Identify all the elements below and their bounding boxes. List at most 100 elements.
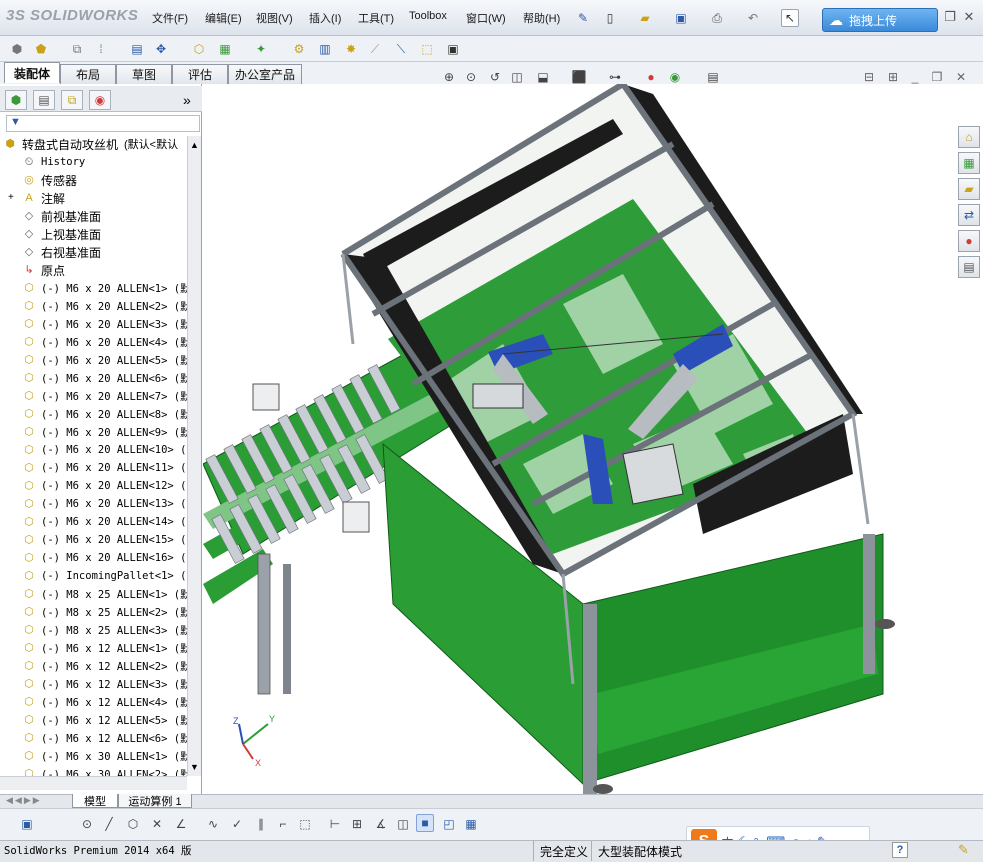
tree-item[interactable]: ⬡ (-) IncomingPallet<1> (	[22, 567, 187, 585]
solidworks-resources-icon[interactable]: ⌂	[958, 126, 980, 148]
upload-button[interactable]: ☁ 拖拽上传	[822, 8, 938, 32]
show-hidden-icon[interactable]: ⬡	[190, 40, 208, 58]
custom-properties-icon[interactable]: ▤	[958, 256, 980, 278]
tree-root[interactable]: ⬢ 转盘式自动攻丝机 (默认<默认	[3, 135, 189, 153]
insert-component-icon[interactable]: ⬟	[32, 40, 50, 58]
trim-icon[interactable]: ✕	[148, 815, 166, 833]
tree-item[interactable]: ⬡ (-) M6 x 20 ALLEN<15> (	[22, 531, 187, 549]
menu-view[interactable]: 视图(V)	[256, 10, 293, 26]
box-3d-icon[interactable]: ◫	[394, 815, 412, 833]
tree-item[interactable]: ⬡ (-) M6 x 20 ALLEN<3> (默	[22, 315, 187, 333]
tree-item[interactable]: ⬡ (-) M6 x 12 ALLEN<1> (默	[22, 639, 187, 657]
bill-of-materials-icon[interactable]: ▥	[316, 40, 334, 58]
reference-geometry-icon[interactable]: ✦	[252, 40, 270, 58]
shaded-view-icon[interactable]: ■	[416, 814, 434, 832]
clearance-verification-icon[interactable]: ⬚	[418, 40, 436, 58]
close-icon[interactable]: ✕	[961, 9, 977, 25]
tree-item[interactable]: ⬡ (-) M6 x 20 ALLEN<2> (默	[22, 297, 187, 315]
point-icon[interactable]: ⊙	[78, 815, 96, 833]
tree-item[interactable]: ⬡ (-) M6 x 12 ALLEN<6> (默	[22, 729, 187, 747]
new-document-icon[interactable]: ▯	[601, 9, 619, 27]
tree-item[interactable]: ⬡ (-) M6 x 20 ALLEN<12> (	[22, 477, 187, 495]
graphics-area[interactable]: Y Z X	[203, 84, 956, 794]
assembly-features-icon[interactable]: ▦	[216, 40, 234, 58]
tree-vertical-scrollbar[interactable]: ▲ ▼	[187, 136, 201, 776]
tab-office-products[interactable]: 办公室产品	[228, 64, 302, 84]
tree-horizontal-scrollbar[interactable]	[0, 776, 187, 790]
move-component-icon[interactable]: ✥	[152, 40, 170, 58]
linear-pattern-icon[interactable]: ⁞	[92, 40, 110, 58]
filter-field[interactable]: ▼	[6, 115, 200, 132]
tree-item[interactable]: ◇ 右视基准面	[22, 243, 187, 261]
interference-detection-icon[interactable]: ⟍	[392, 40, 410, 58]
tree-item[interactable]: ⬡ (-) M6 x 12 ALLEN<4> (默	[22, 693, 187, 711]
save-icon[interactable]: ▣	[672, 9, 690, 27]
tree-item[interactable]: ⬡ (-) M6 x 20 ALLEN<1> (默	[22, 279, 187, 297]
tab-nav-arrows-icon[interactable]: ◀◀▶▶	[6, 795, 42, 806]
tree-item[interactable]: ⬡ (-) M6 x 20 ALLEN<5> (默	[22, 351, 187, 369]
tree-item[interactable]: ⬡ (-) M8 x 25 ALLEN<3> (默	[22, 621, 187, 639]
tab-sketch[interactable]: 草图	[116, 64, 172, 84]
angle-icon[interactable]: ∠	[172, 815, 190, 833]
tree-item[interactable]: ⬡ (-) M6 x 12 ALLEN<3> (默	[22, 675, 187, 693]
grid-icon[interactable]: ⊞	[348, 815, 366, 833]
expand-icon[interactable]: +	[8, 192, 14, 203]
tree-item[interactable]: ⬡ (-) M6 x 20 ALLEN<16> (	[22, 549, 187, 567]
open-folder-icon[interactable]: ▰	[636, 9, 654, 27]
pin-icon[interactable]: ✎	[574, 9, 592, 27]
camera-icon[interactable]: ◰	[440, 815, 458, 833]
spline-icon[interactable]: ∿	[204, 815, 222, 833]
tab-evaluate[interactable]: 评估	[172, 64, 228, 84]
menu-toolbox[interactable]: Toolbox	[409, 10, 447, 22]
tree-item[interactable]: ⬡ (-) M6 x 20 ALLEN<6> (默	[22, 369, 187, 387]
menu-help[interactable]: 帮助(H)	[523, 10, 560, 26]
tree-item[interactable]: ◇ 前视基准面	[22, 207, 187, 225]
print-icon[interactable]: ⎙	[708, 9, 726, 27]
tree-item[interactable]: ⬡ (-) M6 x 20 ALLEN<13> (	[22, 495, 187, 513]
restore-icon[interactable]: ❐	[942, 9, 958, 25]
tree-item[interactable]: ◎ 传感器	[22, 171, 187, 189]
menu-tools[interactable]: 工具(T)	[358, 10, 394, 26]
select-cursor-icon[interactable]: ↖	[781, 9, 799, 27]
scroll-up-icon[interactable]: ▲	[189, 140, 200, 152]
appearances-icon[interactable]: ●	[958, 230, 980, 252]
menu-edit[interactable]: 编辑(E)	[205, 10, 242, 26]
smart-fasteners-icon[interactable]: ▤	[128, 40, 146, 58]
tab-model[interactable]: 模型	[72, 794, 118, 808]
tab-assembly[interactable]: 装配体	[4, 62, 60, 83]
line-icon[interactable]: ╱	[100, 815, 118, 833]
more-tabs-icon[interactable]: »	[183, 92, 191, 108]
tree-item[interactable]: ⬡ (-) M6 x 12 ALLEN<5> (默	[22, 711, 187, 729]
display-manager-tab-icon[interactable]: ◉	[89, 90, 111, 110]
tree-item[interactable]: ⬡ (-) M8 x 25 ALLEN<2> (默	[22, 603, 187, 621]
configuration-manager-tab-icon[interactable]: ⧉	[61, 90, 83, 110]
property-manager-tab-icon[interactable]: ▤	[33, 90, 55, 110]
tab-motion-study[interactable]: 运动算例 1	[118, 794, 192, 808]
tree-item[interactable]: ⏲ History	[22, 153, 187, 171]
tab-layout[interactable]: 布局	[60, 64, 116, 84]
dimension-icon[interactable]: ⊢	[326, 815, 344, 833]
tree-item[interactable]: ⬡ (-) M6 x 20 ALLEN<7> (默	[22, 387, 187, 405]
mate-icon[interactable]: ⧉	[68, 40, 86, 58]
tree-item[interactable]: ⬡ (-) M6 x 20 ALLEN<8> (默	[22, 405, 187, 423]
new-motion-study-icon[interactable]: ⚙	[290, 40, 308, 58]
help-icon[interactable]: ?	[892, 842, 908, 858]
tree-item[interactable]: ⬡ (-) M6 x 20 ALLEN<10> (	[22, 441, 187, 459]
edit-component-icon[interactable]: ⬢	[8, 40, 26, 58]
corner-icon[interactable]: ⌐	[274, 815, 292, 833]
explode-line-sketch-icon[interactable]: ⟋	[366, 40, 384, 58]
tree-item[interactable]: ◇ 上视基准面	[22, 225, 187, 243]
design-library-icon[interactable]: ▦	[958, 152, 980, 174]
view-palette-icon[interactable]: ⇄	[958, 204, 980, 226]
save-small-icon[interactable]: ▣	[18, 815, 36, 833]
tree-item[interactable]: ⬡ (-) M6 x 12 ALLEN<2> (默	[22, 657, 187, 675]
tree-item[interactable]: ↳ 原点	[22, 261, 187, 279]
menu-file[interactable]: 文件(F)	[152, 10, 188, 26]
exploded-view-icon[interactable]: ✸	[342, 40, 360, 58]
dashed-box-icon[interactable]: ⬚	[296, 815, 314, 833]
check-icon[interactable]: ✓	[228, 815, 246, 833]
angle-dim-icon[interactable]: ∡	[372, 815, 390, 833]
tree-item[interactable]: ⬡ (-) M6 x 20 ALLEN<14> (	[22, 513, 187, 531]
tree-item[interactable]: ⬡ (-) M6 x 20 ALLEN<11> (	[22, 459, 187, 477]
tree-item[interactable]: ⬡ (-) M6 x 20 ALLEN<4> (默	[22, 333, 187, 351]
